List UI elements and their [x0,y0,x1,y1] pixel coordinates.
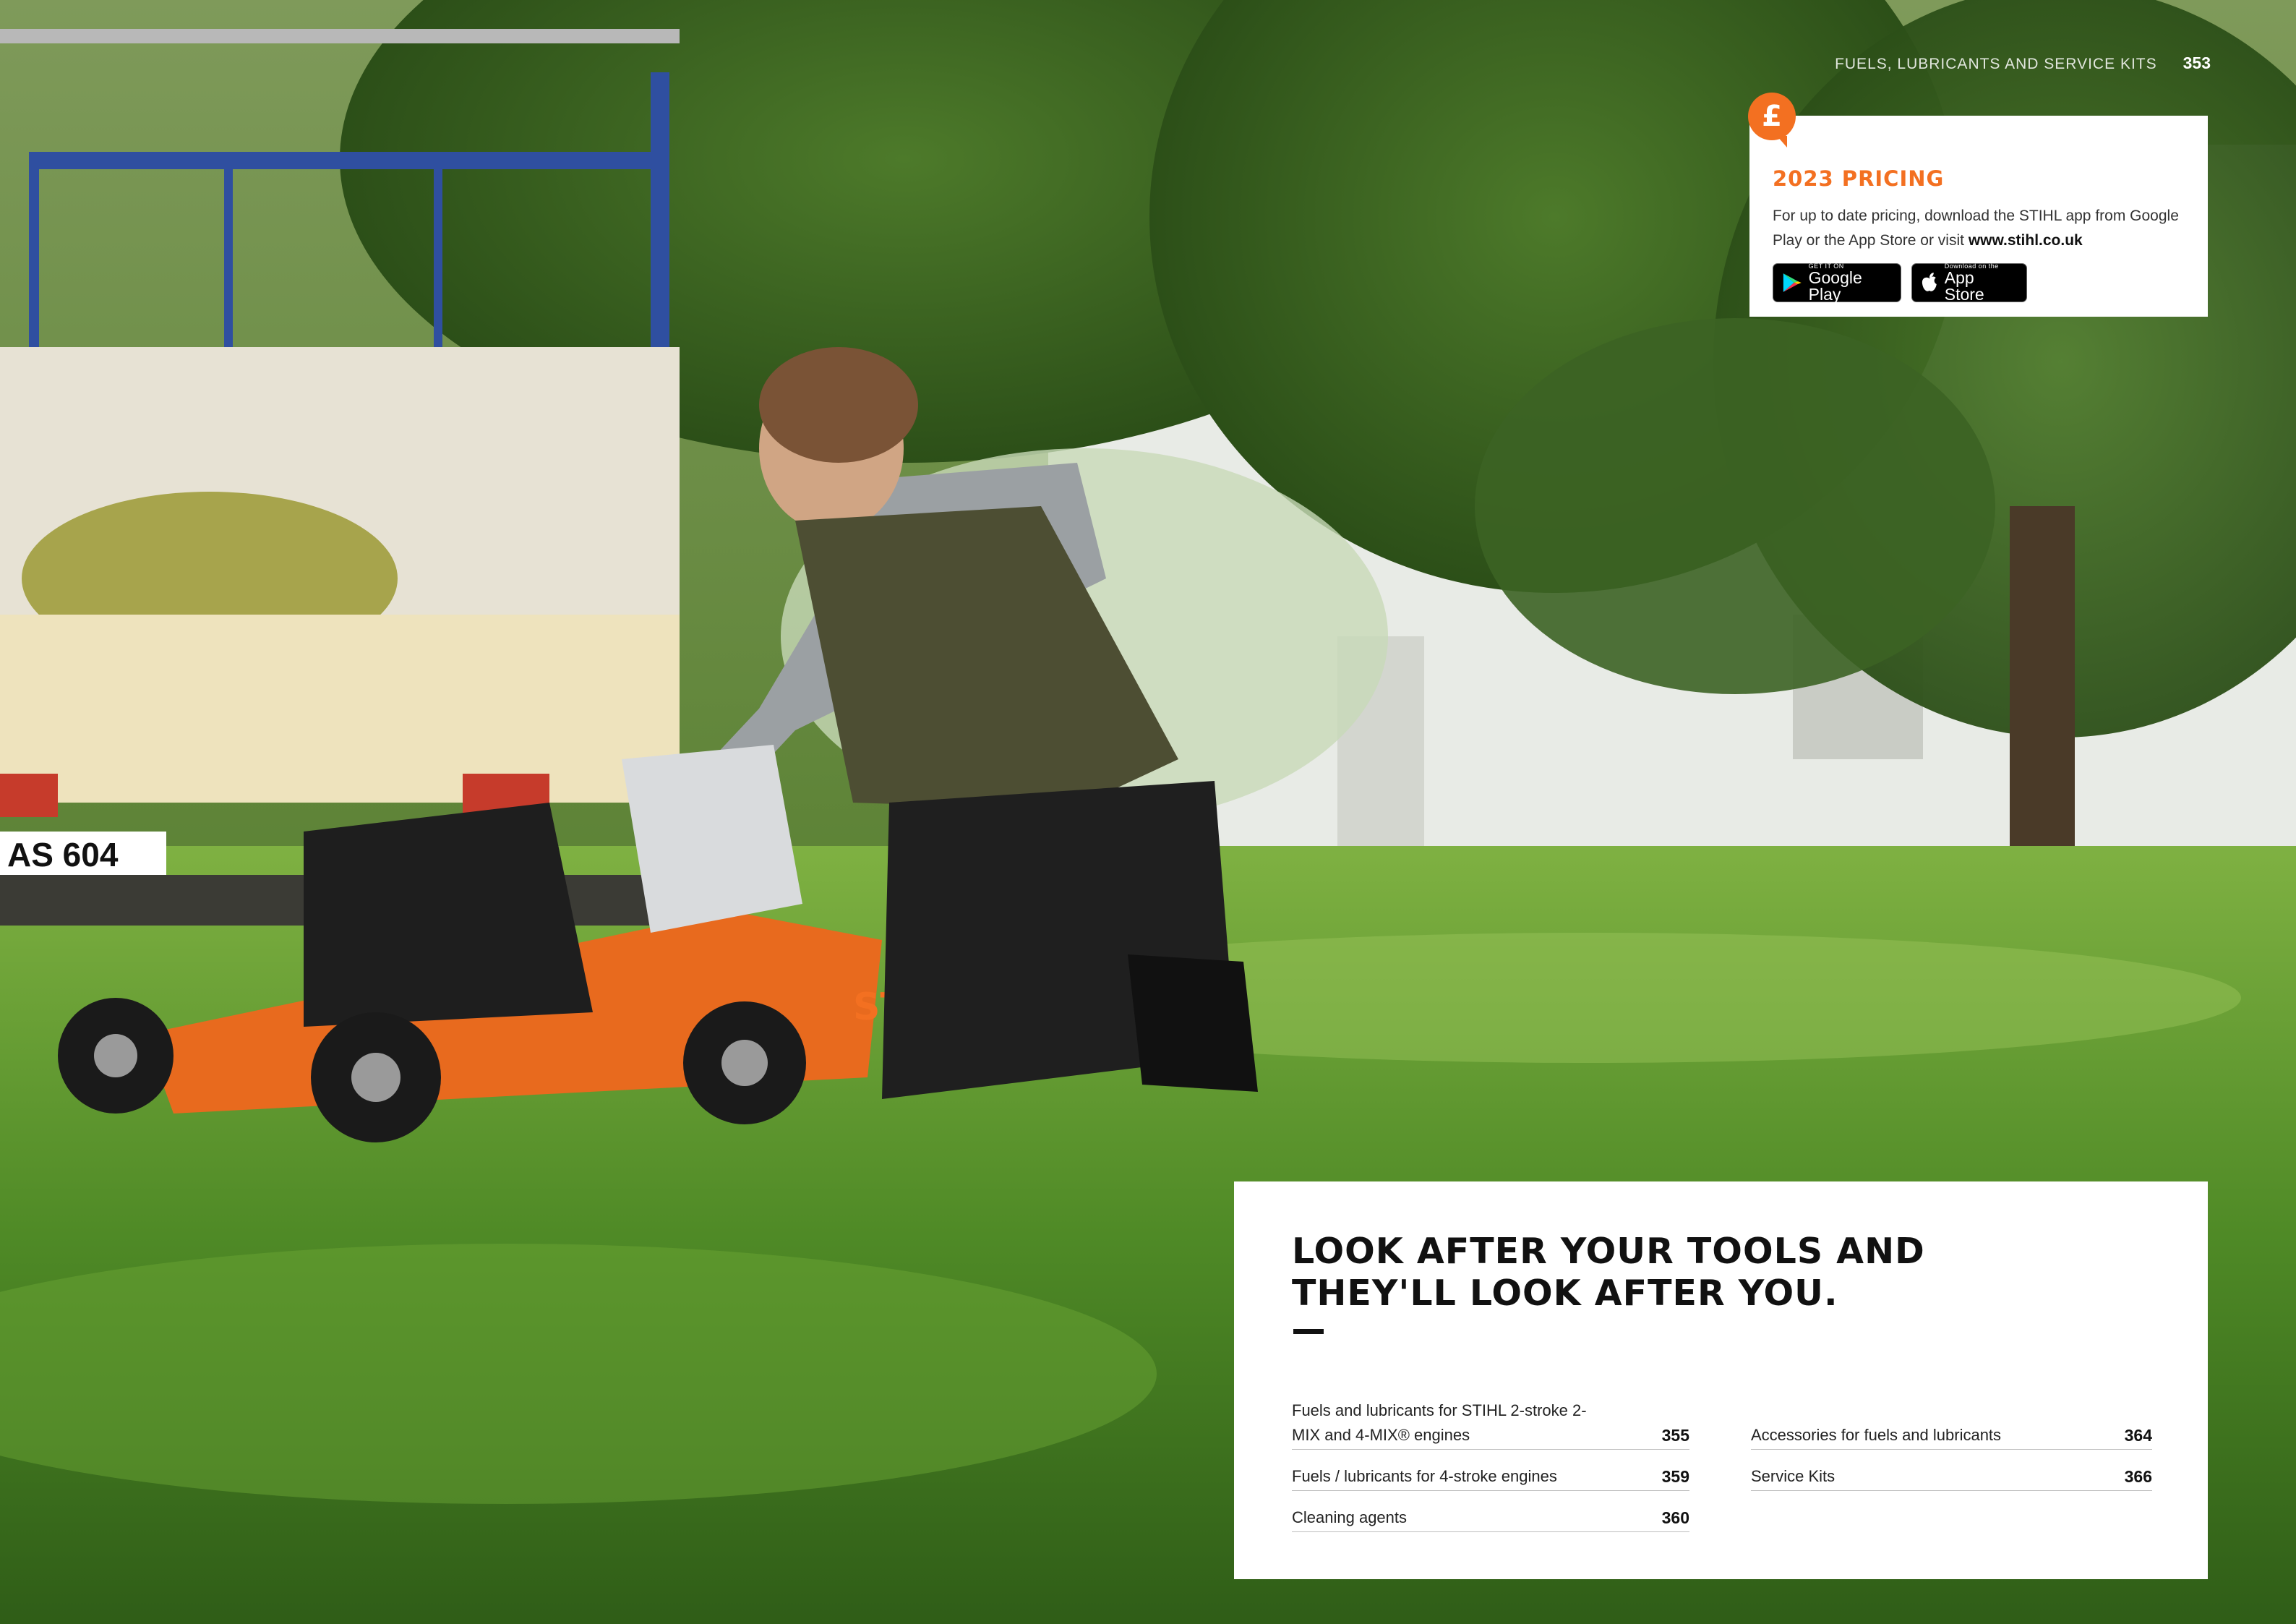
pricing-box: £ 2023 PRICING For up to date pricing, d… [1748,93,2208,317]
list-item-label: Cleaning agents [1292,1508,1408,1526]
list-item-page: 366 [2124,1467,2152,1486]
list-item-label: Accessories for fuels and lubricants [1751,1426,2002,1444]
list-item-page: 364 [2124,1426,2152,1445]
title-rule [1293,1329,1324,1334]
section-title: FUELS, LUBRICANTS AND SERVICE KITS [1835,56,2157,72]
stihl-website-link[interactable]: www.stihl.co.uk [1969,232,2083,249]
list-item-page: 355 [1661,1426,1689,1445]
apple-icon [1922,273,1937,291]
list-item-page: 359 [1661,1467,1689,1486]
list-item[interactable]: Fuels / lubricants for 4-stroke engines … [1292,1464,1689,1491]
contents-list: Fuels and lubricants for STIHL 2-stroke … [1292,1398,2152,1547]
page-number: 353 [2183,54,2211,72]
svg-text:AS 604: AS 604 [7,836,119,873]
contents-column-right: Accessories for fuels and lubricants 364… [1751,1398,2152,1547]
google-play-label: Google Play [1808,268,1862,304]
list-item-label: Service Kits [1751,1467,1835,1485]
app-store-button[interactable]: Download on the App Store [1911,262,2027,304]
list-item[interactable]: Accessories for fuels and lubricants 364 [1751,1423,2152,1450]
pound-sign-icon: £ [1748,93,1796,148]
app-store-label: App Store [1944,268,1984,304]
list-item-page: 360 [1661,1508,1689,1527]
pricing-title: 2023 PRICING [1773,166,1945,191]
list-item[interactable]: Fuels and lubricants for STIHL 2-stroke … [1292,1398,1689,1450]
google-play-button[interactable]: GET IT ON Google Play [1773,262,1901,304]
google-play-icon [1783,273,1802,292]
contents-heading: LOOK AFTER YOUR TOOLS AND THEY'LL LOOK A… [1292,1231,2151,1315]
contents-box: LOOK AFTER YOUR TOOLS AND THEY'LL LOOK A… [1234,1181,2208,1579]
contents-column-left: Fuels and lubricants for STIHL 2-stroke … [1292,1398,1689,1547]
list-item[interactable]: Cleaning agents 360 [1292,1505,1689,1532]
heading-line-1: LOOK AFTER YOUR TOOLS AND [1292,1231,1925,1272]
heading-line-2: THEY'LL LOOK AFTER YOU. [1292,1273,1838,1314]
pricing-text: For up to date pricing, download the STI… [1773,204,2186,253]
list-item-label: Fuels / lubricants for 4-stroke engines [1292,1467,1557,1485]
list-item[interactable]: Service Kits 366 [1751,1464,2152,1491]
running-header: FUELS, LUBRICANTS AND SERVICE KITS 353 [1835,54,2211,73]
list-item-label: Fuels and lubricants for STIHL 2-stroke … [1292,1401,1587,1444]
store-badges: GET IT ON Google Play Download on the Ap… [1773,262,2186,304]
